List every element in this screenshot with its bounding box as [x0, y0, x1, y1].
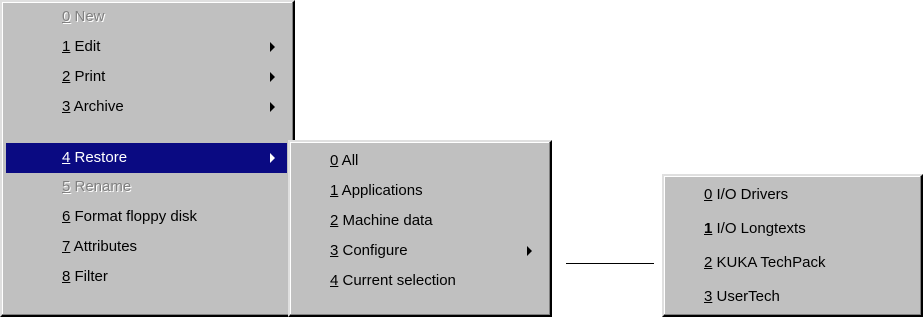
- menu-item-label: New: [70, 8, 105, 25]
- menu-item-print[interactable]: 2 Print: [62, 62, 287, 92]
- menu-item-label: Format floppy disk: [70, 208, 198, 225]
- menu-item-edit[interactable]: 1 Edit: [62, 32, 287, 62]
- menu-item-label: Edit: [70, 38, 101, 55]
- menu-item-label: Archive: [70, 98, 124, 115]
- configure-submenu: 0 I/O Drivers 1 I/O Longtexts 2 KUKA Tec…: [662, 174, 923, 317]
- submenu-arrow-icon: [270, 153, 275, 163]
- main-menu: 0 New 1 Edit 2 Print 3 Archive 4 Restore…: [0, 0, 295, 317]
- menu-item-label: Current selection: [338, 272, 456, 289]
- menu-item-label: Filter: [70, 268, 108, 285]
- menu-item-restore[interactable]: 4 Restore: [6, 143, 287, 173]
- submenu-item-machine-data[interactable]: 2 Machine data: [330, 206, 545, 236]
- menu-item-new: 0 New: [62, 2, 287, 32]
- menu-item-label: All: [338, 152, 359, 169]
- callout-connector-line: [566, 263, 654, 264]
- menu-item-label: UserTech: [712, 288, 780, 305]
- submenu-item-all[interactable]: 0 All: [330, 146, 545, 176]
- restore-submenu: 0 All 1 Applications 2 Machine data 3 Co…: [288, 140, 552, 317]
- menu-item-label: Machine data: [338, 212, 433, 229]
- menu-item-label: I/O Longtexts: [712, 220, 806, 237]
- submenu-arrow-icon: [270, 102, 275, 112]
- menu-item-label: Restore: [70, 149, 128, 166]
- submenu-item-applications[interactable]: 1 Applications: [330, 176, 545, 206]
- submenu-arrow-icon: [527, 246, 532, 256]
- menu-item-format-floppy-disk[interactable]: 6 Format floppy disk: [62, 202, 287, 232]
- menu-item-archive[interactable]: 3 Archive: [62, 92, 287, 122]
- menu-item-label: Rename: [70, 178, 132, 195]
- submenu-item-kuka-techpack[interactable]: 2 KUKA TechPack: [704, 248, 914, 278]
- submenu-item-io-drivers[interactable]: 0 I/O Drivers: [704, 180, 914, 210]
- menu-item-label: Configure: [338, 242, 408, 259]
- submenu-arrow-icon: [270, 42, 275, 52]
- menu-item-label: Print: [70, 68, 106, 85]
- menu-item-label: KUKA TechPack: [712, 254, 826, 271]
- menu-item-label: I/O Drivers: [712, 186, 789, 203]
- submenu-item-configure[interactable]: 3 Configure: [330, 236, 545, 266]
- menu-item-label: Applications: [338, 182, 423, 199]
- menu-item-rename: 5 Rename: [62, 172, 287, 202]
- menu-item-label: Attributes: [70, 238, 138, 255]
- submenu-item-current-selection[interactable]: 4 Current selection: [330, 266, 545, 296]
- submenu-arrow-icon: [270, 72, 275, 82]
- menu-item-attributes[interactable]: 7 Attributes: [62, 232, 287, 262]
- submenu-item-io-longtexts[interactable]: 1 I/O Longtexts: [704, 214, 914, 244]
- submenu-item-usertech[interactable]: 3 UserTech: [704, 282, 914, 312]
- menu-item-filter[interactable]: 8 Filter: [62, 262, 287, 292]
